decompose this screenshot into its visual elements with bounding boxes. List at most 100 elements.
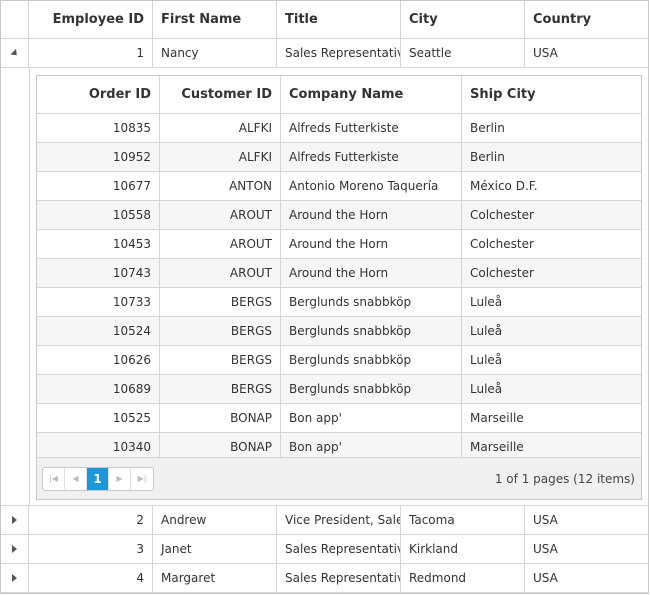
customer-id-cell: ALFKI	[160, 114, 281, 142]
employee-id-cell: 2	[29, 506, 153, 534]
ship-city-cell: México D.F.	[470, 179, 538, 193]
column-header-country[interactable]: Country	[525, 1, 648, 38]
order-row[interactable]: 10743 AROUT Around the Horn Colchester	[37, 259, 641, 288]
country-cell: USA	[533, 46, 558, 60]
expand-column-header	[1, 1, 29, 38]
employee-grid-header: Employee ID First Name Title City Countr…	[1, 1, 648, 39]
last-page-icon[interactable]: ▶|	[131, 468, 153, 490]
customer-id-cell: ANTON	[160, 172, 281, 200]
customer-id-cell: BERGS	[160, 288, 281, 316]
caret-right-icon	[12, 574, 17, 582]
order-id-cell: 10835	[37, 114, 160, 142]
company-name-cell: Berglunds snabbköp	[281, 375, 462, 403]
column-header-employee-id[interactable]: Employee ID	[29, 1, 153, 38]
caret-right-icon	[12, 545, 17, 553]
order-row[interactable]: 10733 BERGS Berglunds snabbköp Luleå	[37, 288, 641, 317]
column-header-title[interactable]: Title	[277, 1, 401, 38]
detail-gutter	[1, 68, 30, 505]
city-cell: Kirkland	[401, 535, 525, 563]
caret-down-icon	[9, 48, 20, 58]
employee-row[interactable]: 3 Janet Sales Representative Kirkland USA	[1, 535, 648, 564]
order-id-cell: 10524	[37, 317, 160, 345]
order-row[interactable]: 10835 ALFKI Alfreds Futterkiste Berlin	[37, 114, 641, 143]
order-id-cell: 10743	[37, 259, 160, 287]
order-row[interactable]: 10626 BERGS Berglunds snabbköp Luleå	[37, 346, 641, 375]
order-id-cell: 10733	[37, 288, 160, 316]
column-header-city[interactable]: City	[401, 1, 525, 38]
pager-buttons: |◀ ◀ 1 ▶ ▶|	[42, 466, 154, 491]
ship-city-cell: Berlin	[470, 121, 505, 135]
order-row[interactable]: 10453 AROUT Around the Horn Colchester	[37, 230, 641, 259]
title-cell: Sales Representative	[277, 564, 401, 592]
orders-pager: |◀ ◀ 1 ▶ ▶| 1 of 1 pages (12 items)	[37, 457, 641, 499]
employee-row[interactable]: 1 Nancy Sales Representative Seattle USA	[1, 39, 648, 68]
company-name-cell: Berglunds snabbköp	[281, 288, 462, 316]
employee-row[interactable]: 2 Andrew Vice President, Sales Tacoma USA	[1, 506, 648, 535]
page-number-button[interactable]: 1	[87, 467, 109, 490]
order-row[interactable]: 10952 ALFKI Alfreds Futterkiste Berlin	[37, 143, 641, 172]
order-row[interactable]: 10524 BERGS Berglunds snabbköp Luleå	[37, 317, 641, 346]
company-name-cell: Around the Horn	[281, 230, 462, 258]
next-page-icon[interactable]: ▶	[109, 467, 131, 490]
order-id-cell: 10453	[37, 230, 160, 258]
employee-id-cell: 4	[29, 564, 153, 592]
expand-row-toggle[interactable]	[1, 506, 29, 534]
ship-city-cell: Luleå	[470, 382, 503, 396]
first-name-cell: Nancy	[153, 39, 277, 67]
customer-id-cell: AROUT	[160, 259, 281, 287]
ship-city-cell: Luleå	[470, 324, 503, 338]
company-name-cell: Alfreds Futterkiste	[281, 143, 462, 171]
column-header-ship-city[interactable]: Ship City	[462, 76, 641, 113]
order-row[interactable]: 10525 BONAP Bon app' Marseille	[37, 404, 641, 433]
ship-city-cell: Berlin	[470, 150, 505, 164]
order-id-cell: 10525	[37, 404, 160, 432]
title-cell: Sales Representative	[277, 535, 401, 563]
city-cell: Tacoma	[401, 506, 525, 534]
customer-id-cell: BERGS	[160, 317, 281, 345]
column-header-customer-id[interactable]: Customer ID	[160, 76, 281, 113]
ship-city-cell: Marseille	[470, 411, 524, 425]
company-name-cell: Around the Horn	[281, 201, 462, 229]
company-name-cell: Berglunds snabbköp	[281, 346, 462, 374]
order-id-cell: 10952	[37, 143, 160, 171]
company-name-cell: Antonio Moreno Taquería	[281, 172, 462, 200]
company-name-cell: Bon app'	[281, 404, 462, 432]
first-name-cell: Andrew	[153, 506, 277, 534]
column-header-order-id[interactable]: Order ID	[37, 76, 160, 113]
customer-id-cell: BERGS	[160, 346, 281, 374]
city-cell: Redmond	[401, 564, 525, 592]
expand-row-toggle[interactable]	[1, 564, 29, 592]
column-header-first-name[interactable]: First Name	[153, 1, 277, 38]
company-name-cell: Berglunds snabbköp	[281, 317, 462, 345]
ship-city-cell: Luleå	[470, 295, 503, 309]
expand-row-toggle[interactable]	[1, 535, 29, 563]
company-name-cell: Alfreds Futterkiste	[281, 114, 462, 142]
order-row[interactable]: 10677 ANTON Antonio Moreno Taquería México …	[37, 172, 641, 201]
orders-grid-header: Order ID Customer ID Company Name Ship C…	[37, 76, 641, 114]
pager-info: 1 of 1 pages (12 items)	[494, 471, 635, 486]
column-header-company-name[interactable]: Company Name	[281, 76, 462, 113]
country-cell: USA	[533, 513, 558, 527]
customer-id-cell: AROUT	[160, 230, 281, 258]
first-page-icon[interactable]: |◀	[43, 467, 65, 490]
ship-city-cell: Colchester	[470, 208, 534, 222]
employee-rows-collapsed: 2 Andrew Vice President, Sales Tacoma USA 3 Ja…	[1, 506, 648, 593]
orders-grid: Order ID Customer ID Company Name Ship C…	[36, 75, 642, 500]
prev-page-icon[interactable]: ◀	[65, 467, 87, 490]
title-cell: Sales Representative	[277, 39, 401, 67]
first-name-cell: Margaret	[153, 564, 277, 592]
country-cell: USA	[533, 571, 558, 585]
order-id-cell: 10689	[37, 375, 160, 403]
order-id-cell: 10626	[37, 346, 160, 374]
order-id-cell: 10558	[37, 201, 160, 229]
customer-id-cell: BONAP	[160, 404, 281, 432]
order-row[interactable]: 10689 BERGS Berglunds snabbköp Luleå	[37, 375, 641, 404]
city-cell: Seattle	[401, 39, 525, 67]
employee-id-cell: 3	[29, 535, 153, 563]
company-name-cell: Around the Horn	[281, 259, 462, 287]
country-cell: USA	[533, 542, 558, 556]
order-row[interactable]: 10558 AROUT Around the Horn Colchester	[37, 201, 641, 230]
orders-grid-body: 10835 ALFKI Alfreds Futterkiste Berlin 10952…	[37, 114, 641, 462]
employee-row[interactable]: 4 Margaret Sales Representative Redmond USA	[1, 564, 648, 593]
collapse-row-toggle[interactable]	[1, 39, 29, 67]
